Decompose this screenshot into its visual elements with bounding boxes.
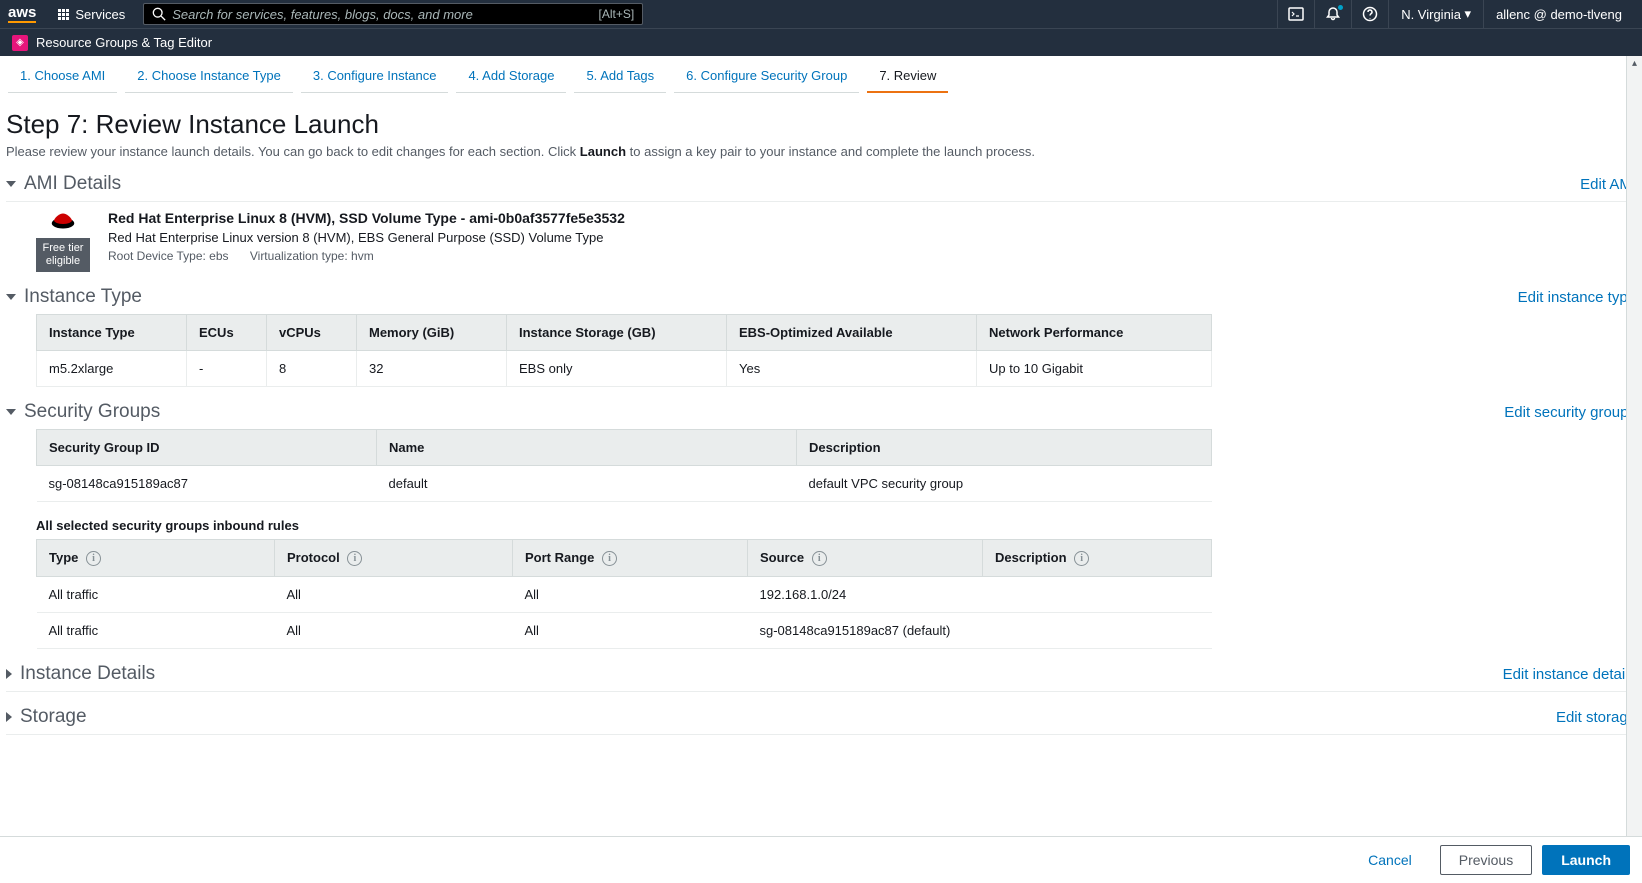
resource-groups-icon xyxy=(12,35,28,51)
notification-dot-icon xyxy=(1338,5,1343,10)
scrollbar[interactable]: ▴ xyxy=(1626,56,1642,883)
wizard-tab-review[interactable]: 7. Review xyxy=(867,60,948,93)
ami-meta: Root Device Type: ebs Virtualization typ… xyxy=(108,249,625,263)
search-icon xyxy=(152,7,166,21)
edit-storage-link[interactable]: Edit storage xyxy=(1556,709,1636,726)
caret-down-icon[interactable] xyxy=(6,294,16,300)
security-group-summary-table: Security Group ID Name Description sg-08… xyxy=(36,429,1212,502)
previous-button[interactable]: Previous xyxy=(1440,845,1532,875)
caret-right-icon[interactable] xyxy=(6,669,12,679)
security-groups-section-title: Security Groups xyxy=(24,401,160,423)
edit-instance-type-link[interactable]: Edit instance type xyxy=(1518,289,1636,306)
breadcrumb-service[interactable]: Resource Groups & Tag Editor xyxy=(36,35,212,50)
ami-section-header: AMI Details Edit AMI xyxy=(6,173,1636,195)
page-intro: Please review your instance launch detai… xyxy=(6,144,1636,159)
main-content: Step 7: Review Instance Launch Please re… xyxy=(0,93,1642,795)
col-sg-desc: Description xyxy=(797,430,1212,466)
free-tier-badge: Free tier eligible xyxy=(36,238,90,272)
col-ecus: ECUs xyxy=(187,315,267,351)
account-menu[interactable]: allenc @ demo-tlveng xyxy=(1483,0,1634,28)
wizard-footer: Cancel Previous Launch xyxy=(0,836,1642,883)
region-selector[interactable]: N. Virginia ▾ xyxy=(1388,0,1483,28)
col-type: Type i xyxy=(37,540,275,577)
col-sg-id: Security Group ID xyxy=(37,430,377,466)
divider xyxy=(6,691,1636,692)
col-protocol: Protocol i xyxy=(275,540,513,577)
wizard-tab-configure-security-group[interactable]: 6. Configure Security Group xyxy=(674,60,859,93)
col-memory: Memory (GiB) xyxy=(357,315,507,351)
caret-down-icon[interactable] xyxy=(6,409,16,415)
services-grid-icon xyxy=(58,9,69,20)
cancel-button[interactable]: Cancel xyxy=(1350,845,1430,875)
storage-section-title: Storage xyxy=(20,706,87,728)
edit-instance-details-link[interactable]: Edit instance details xyxy=(1503,666,1636,683)
ami-section-title: AMI Details xyxy=(24,173,121,195)
info-icon[interactable]: i xyxy=(1074,551,1089,566)
instance-type-table: Instance Type ECUs vCPUs Memory (GiB) In… xyxy=(36,314,1212,387)
ami-details-block: Free tier eligible Red Hat Enterprise Li… xyxy=(6,202,1636,272)
col-ebs-opt: EBS-Optimized Available xyxy=(727,315,977,351)
table-row: All traffic All All sg-08148ca915189ac87… xyxy=(37,613,1212,649)
col-storage: Instance Storage (GB) xyxy=(507,315,727,351)
ami-virtualization: Virtualization type: hvm xyxy=(250,249,374,263)
cloudshell-icon xyxy=(1288,6,1304,22)
col-port-range: Port Range i xyxy=(513,540,748,577)
info-icon[interactable]: i xyxy=(812,551,827,566)
notifications-button[interactable] xyxy=(1314,0,1351,28)
scroll-up-icon[interactable]: ▴ xyxy=(1627,58,1642,69)
wizard-tab-choose-instance-type[interactable]: 2. Choose Instance Type xyxy=(125,60,293,93)
security-groups-section-header: Security Groups Edit security groups xyxy=(6,401,1636,423)
instance-type-section-header: Instance Type Edit instance type xyxy=(6,286,1636,308)
info-icon[interactable]: i xyxy=(86,551,101,566)
launch-button[interactable]: Launch xyxy=(1542,845,1630,875)
col-network: Network Performance xyxy=(977,315,1212,351)
inbound-rules-table: Type i Protocol i Port Range i Source i … xyxy=(36,539,1212,649)
help-button[interactable] xyxy=(1351,0,1388,28)
services-menu-button[interactable]: Services xyxy=(48,3,135,26)
col-sg-name: Name xyxy=(377,430,797,466)
storage-section-header: Storage Edit storage xyxy=(6,706,1636,728)
global-search[interactable]: [Alt+S] xyxy=(143,3,643,25)
services-label: Services xyxy=(75,7,125,22)
col-instance-type: Instance Type xyxy=(37,315,187,351)
ami-root-device: Root Device Type: ebs xyxy=(108,249,229,263)
col-source: Source i xyxy=(748,540,983,577)
table-row: All traffic All All 192.168.1.0/24 xyxy=(37,577,1212,613)
inbound-rules-caption: All selected security groups inbound rul… xyxy=(36,518,1636,533)
col-vcpus: vCPUs xyxy=(267,315,357,351)
caret-right-icon[interactable] xyxy=(6,712,12,722)
region-label: N. Virginia xyxy=(1401,7,1461,22)
table-row: sg-08148ca915189ac87 default default VPC… xyxy=(37,466,1212,502)
account-label: allenc @ demo-tlveng xyxy=(1496,7,1622,22)
service-breadcrumb-bar: Resource Groups & Tag Editor xyxy=(0,28,1642,56)
help-icon xyxy=(1362,6,1378,22)
divider xyxy=(6,734,1636,735)
col-description: Description i xyxy=(983,540,1212,577)
ami-title: Red Hat Enterprise Linux 8 (HVM), SSD Vo… xyxy=(108,210,625,226)
instance-type-section-title: Instance Type xyxy=(24,286,142,308)
redhat-icon xyxy=(48,210,78,232)
page-title: Step 7: Review Instance Launch xyxy=(6,109,1636,140)
wizard-tab-configure-instance[interactable]: 3. Configure Instance xyxy=(301,60,449,93)
wizard-tabs: 1. Choose AMI 2. Choose Instance Type 3.… xyxy=(0,60,1642,93)
info-icon[interactable]: i xyxy=(347,551,362,566)
wizard-tab-choose-ami[interactable]: 1. Choose AMI xyxy=(8,60,117,93)
caret-down-icon[interactable] xyxy=(6,181,16,187)
wizard-tab-add-storage[interactable]: 4. Add Storage xyxy=(456,60,566,93)
aws-logo[interactable]: aws xyxy=(8,5,36,23)
top-nav: aws Services [Alt+S] N. Virginia ▾ allen… xyxy=(0,0,1642,28)
edit-security-groups-link[interactable]: Edit security groups xyxy=(1504,404,1636,421)
instance-details-section-title: Instance Details xyxy=(20,663,155,685)
search-shortcut-hint: [Alt+S] xyxy=(599,7,635,21)
cloudshell-button[interactable] xyxy=(1277,0,1314,28)
table-row: m5.2xlarge - 8 32 EBS only Yes Up to 10 … xyxy=(37,351,1212,387)
ami-description: Red Hat Enterprise Linux version 8 (HVM)… xyxy=(108,230,625,245)
instance-details-section-header: Instance Details Edit instance details xyxy=(6,663,1636,685)
search-input[interactable] xyxy=(172,7,590,22)
wizard-tab-add-tags[interactable]: 5. Add Tags xyxy=(574,60,666,93)
info-icon[interactable]: i xyxy=(602,551,617,566)
